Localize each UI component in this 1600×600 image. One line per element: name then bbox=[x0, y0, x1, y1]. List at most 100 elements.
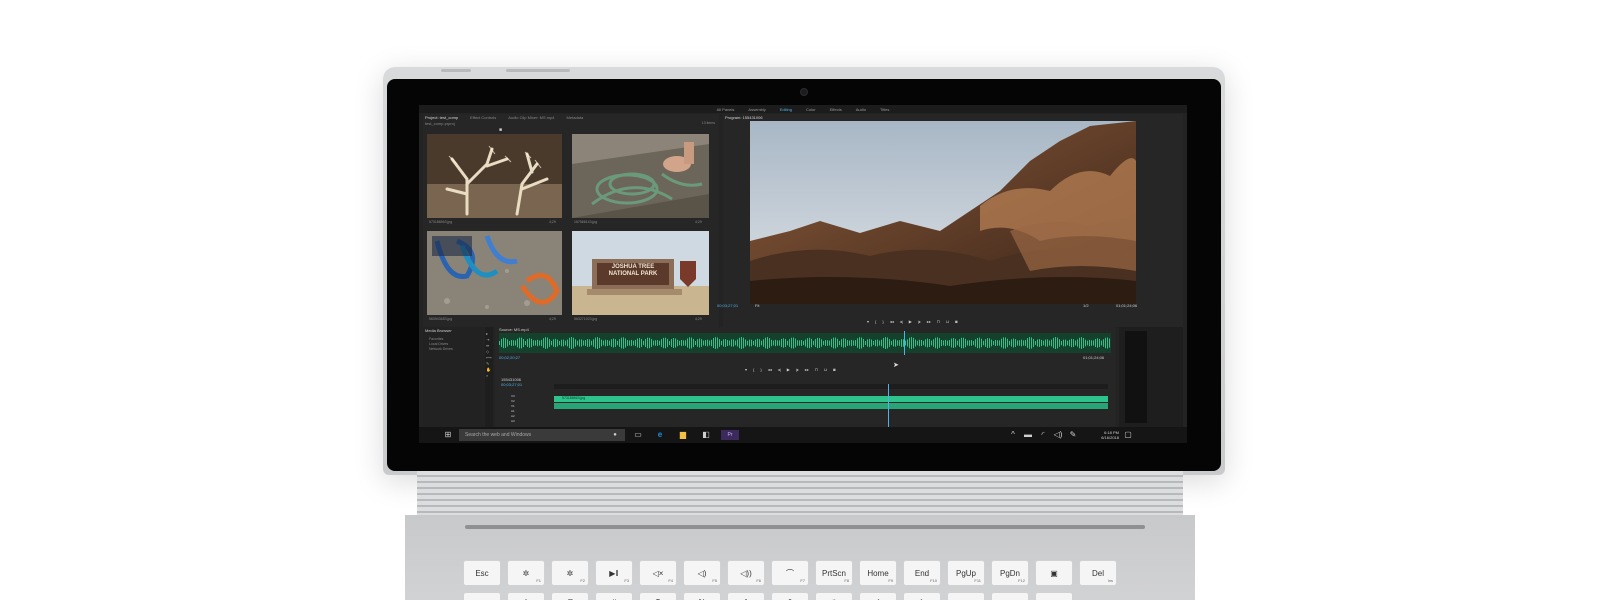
insert-icon[interactable]: ⊓ bbox=[815, 367, 818, 372]
waveform-bar bbox=[1083, 337, 1084, 349]
tab-effect-controls[interactable]: Effect Controls bbox=[470, 115, 496, 120]
overwrite-icon[interactable]: ⊔ bbox=[824, 367, 827, 372]
key-label: ✲ bbox=[522, 568, 530, 578]
volume-icon[interactable]: ◁) bbox=[1053, 430, 1063, 440]
frame-forward-icon[interactable]: |▸ bbox=[918, 319, 921, 324]
folder-icon[interactable]: ■ bbox=[499, 127, 502, 133]
list-item-network-drives[interactable]: Network Drives bbox=[429, 347, 453, 352]
step-back-icon[interactable]: ◂◂ bbox=[768, 367, 772, 372]
waveform-bar bbox=[827, 340, 828, 346]
key-fn-label: F5 bbox=[712, 578, 717, 583]
frame-back-icon[interactable]: ◂| bbox=[900, 319, 903, 324]
waveform-bar bbox=[671, 339, 672, 347]
waveform-bar bbox=[985, 339, 986, 347]
waveform-bar bbox=[775, 339, 776, 347]
track-label-a3[interactable]: A3 bbox=[511, 419, 515, 424]
source-monitor-title[interactable]: Source: MS.mp4 bbox=[499, 327, 529, 332]
battery-icon[interactable]: ▬ bbox=[1023, 430, 1033, 440]
waveform-graphic bbox=[499, 333, 1111, 353]
waveform-bar bbox=[707, 339, 708, 347]
edge-browser-icon[interactable]: e bbox=[655, 430, 665, 440]
thumbnail-rope[interactable] bbox=[572, 134, 709, 218]
source-timecode[interactable]: 00;02;20;27 bbox=[499, 355, 520, 360]
out-point-icon[interactable]: } bbox=[882, 319, 883, 324]
microphone-icon[interactable]: ● bbox=[610, 430, 620, 440]
screen-bottom-edge bbox=[419, 443, 1187, 457]
frame-back-icon[interactable]: ◂| bbox=[778, 367, 781, 372]
tab-audio-clip-mixer[interactable]: Audio Clip Mixer: MS.mp4 bbox=[508, 115, 554, 120]
waveform-bar bbox=[763, 339, 764, 347]
action-center-icon[interactable]: ▢ bbox=[1123, 430, 1133, 440]
waveform-bar bbox=[771, 339, 772, 347]
workspace-tab-effects[interactable]: Effects bbox=[830, 107, 842, 112]
thumbnail-carabiners[interactable] bbox=[427, 231, 562, 315]
source-playhead[interactable] bbox=[904, 331, 905, 355]
workspace-tab-color[interactable]: Color bbox=[806, 107, 816, 112]
in-point-icon[interactable]: { bbox=[753, 367, 754, 372]
in-point-icon[interactable]: { bbox=[875, 319, 876, 324]
thumbnail-sign[interactable]: JOSHUA TREE NATIONAL PARK bbox=[572, 231, 709, 315]
waveform-bar bbox=[747, 340, 748, 346]
out-point-icon[interactable]: } bbox=[760, 367, 761, 372]
export-frame-icon[interactable]: ◙ bbox=[833, 367, 835, 372]
waveform-bar bbox=[565, 340, 566, 346]
fit-dropdown[interactable]: Fit bbox=[755, 303, 759, 308]
tray-chevron-icon[interactable]: ^ bbox=[1008, 430, 1018, 440]
waveform-bar bbox=[1091, 340, 1092, 346]
media-browser-title[interactable]: Media Browser bbox=[425, 328, 452, 333]
lift-icon[interactable]: ⊓ bbox=[937, 319, 940, 324]
task-view-icon[interactable]: ▭ bbox=[633, 430, 643, 440]
tab-metadata[interactable]: Metadata bbox=[567, 115, 584, 120]
program-timecode[interactable]: 00;03;27;01 bbox=[717, 303, 738, 308]
workspace-tab-titles[interactable]: Titles bbox=[880, 107, 889, 112]
waveform-bar bbox=[981, 338, 982, 348]
audio-clip[interactable] bbox=[554, 403, 1108, 409]
frame-forward-icon[interactable]: |▸ bbox=[796, 367, 799, 372]
windows-start-icon[interactable]: ⊞ bbox=[443, 430, 453, 440]
premiere-app-icon[interactable]: Pr bbox=[721, 430, 739, 440]
waveform-bar bbox=[807, 338, 808, 348]
waveform-bar bbox=[675, 338, 676, 348]
waveform-bar bbox=[881, 339, 882, 347]
waveform-bar bbox=[1045, 339, 1046, 347]
waveform-bar bbox=[1073, 339, 1074, 347]
step-forward-icon[interactable]: ▸▸ bbox=[805, 367, 809, 372]
video-clip[interactable]: 573186563.jpg bbox=[554, 396, 1108, 402]
play-icon[interactable]: ▶ bbox=[787, 367, 790, 372]
workspace-tab-all-panels[interactable]: All Panels bbox=[717, 107, 735, 112]
store-icon[interactable]: ◧ bbox=[701, 430, 711, 440]
file-explorer-icon[interactable]: ▆ bbox=[678, 430, 688, 440]
export-frame-icon[interactable]: ◙ bbox=[955, 319, 957, 324]
waveform-bar bbox=[787, 340, 788, 346]
sign-text: JOSHUA TREE NATIONAL PARK bbox=[597, 264, 669, 278]
sequence-timecode[interactable]: 00;03;27;01 bbox=[501, 382, 522, 387]
quality-dropdown[interactable]: 1/2 bbox=[1083, 303, 1089, 308]
pen-icon[interactable]: ✎ bbox=[1068, 430, 1078, 440]
workspace-tab-assembly[interactable]: Assembly bbox=[748, 107, 765, 112]
audio-waveform[interactable] bbox=[499, 333, 1111, 353]
mark-in-icon[interactable]: ▾ bbox=[867, 319, 869, 324]
sign-line-2: NATIONAL PARK bbox=[608, 271, 658, 277]
key-label: ▶‖ bbox=[609, 568, 619, 578]
mark-in-icon[interactable]: ▾ bbox=[745, 367, 747, 372]
waveform-bar bbox=[533, 340, 534, 346]
workspace-tab-editing[interactable]: Editing bbox=[780, 107, 792, 112]
play-icon[interactable]: ▶ bbox=[909, 319, 912, 324]
zoom-tool-icon[interactable]: ⌕ bbox=[486, 373, 492, 379]
clock-date[interactable]: 6/16/2018 bbox=[1079, 435, 1119, 440]
waveform-bar bbox=[865, 340, 866, 346]
extract-icon[interactable]: ⊔ bbox=[946, 319, 949, 324]
step-forward-icon[interactable]: ▸▸ bbox=[927, 319, 931, 324]
waveform-bar bbox=[909, 337, 910, 349]
cholla-cactus-photo-icon bbox=[427, 134, 562, 218]
workspace-tab-audio[interactable]: Audio bbox=[856, 107, 866, 112]
network-icon[interactable]: ◜ bbox=[1038, 430, 1048, 440]
program-viewer[interactable] bbox=[750, 121, 1136, 304]
timeline-ruler[interactable] bbox=[554, 384, 1108, 389]
step-back-icon[interactable]: ◂◂ bbox=[890, 319, 894, 324]
search-box[interactable]: Search the web and Windows bbox=[459, 429, 625, 441]
timeline-playhead[interactable] bbox=[888, 384, 889, 427]
key-fn-label: F12 bbox=[1018, 578, 1025, 583]
tab-program[interactable]: Program: 155431006 bbox=[725, 115, 763, 120]
thumbnail-cactus[interactable] bbox=[427, 134, 562, 218]
